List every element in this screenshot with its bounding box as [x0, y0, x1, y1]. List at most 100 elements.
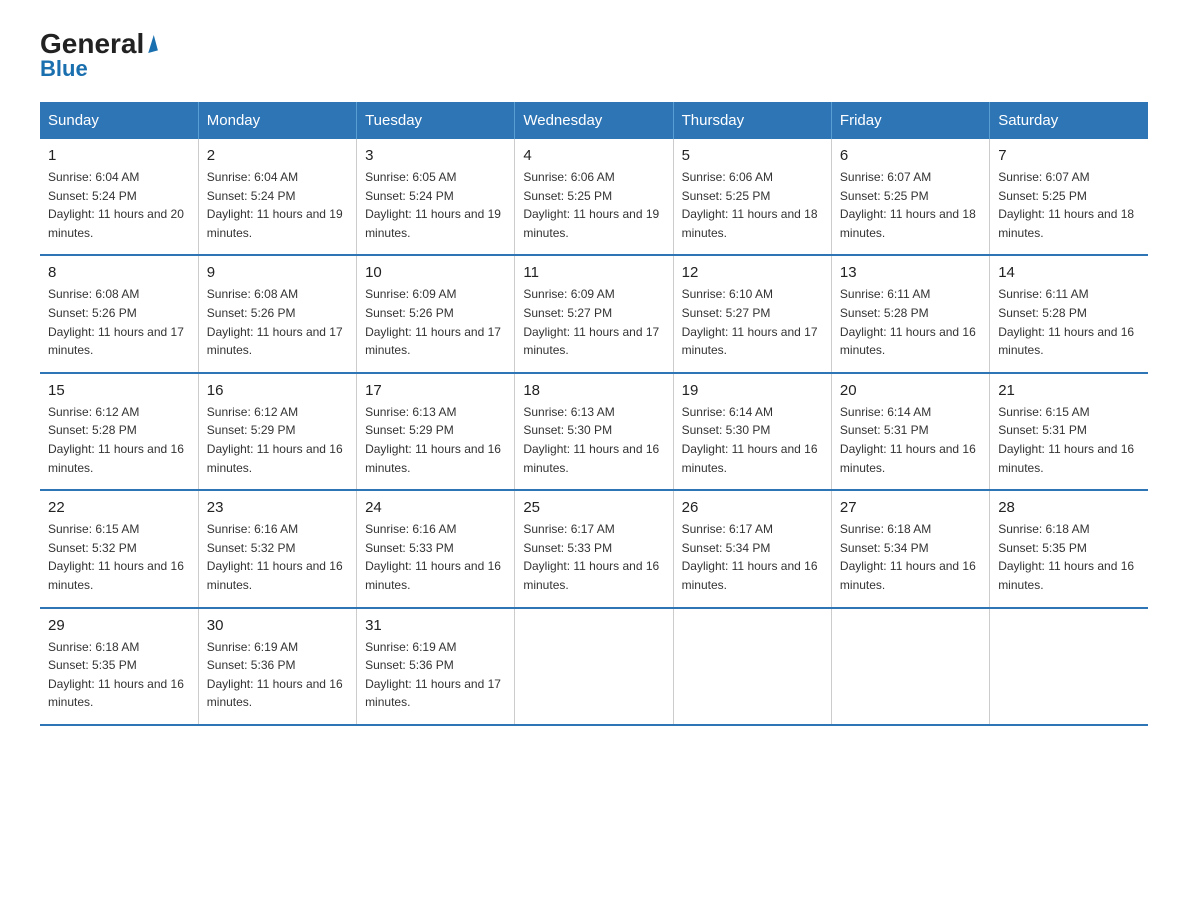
daylight-label: Daylight: 11 hours and 17 minutes. [48, 325, 184, 358]
day-info: Sunrise: 6:04 AM Sunset: 5:24 PM Dayligh… [207, 168, 348, 242]
sunrise-label: Sunrise: 6:13 AM [523, 405, 614, 419]
sunrise-label: Sunrise: 6:04 AM [48, 170, 139, 184]
daylight-label: Daylight: 11 hours and 16 minutes. [840, 325, 976, 358]
daylight-label: Daylight: 11 hours and 16 minutes. [523, 442, 659, 475]
daylight-label: Daylight: 11 hours and 17 minutes. [207, 325, 343, 358]
day-info: Sunrise: 6:07 AM Sunset: 5:25 PM Dayligh… [840, 168, 981, 242]
sunset-label: Sunset: 5:24 PM [207, 189, 296, 203]
daylight-label: Daylight: 11 hours and 16 minutes. [48, 442, 184, 475]
day-info: Sunrise: 6:18 AM Sunset: 5:35 PM Dayligh… [48, 638, 190, 712]
sunrise-label: Sunrise: 6:08 AM [207, 287, 298, 301]
sunset-label: Sunset: 5:28 PM [840, 306, 929, 320]
sunset-label: Sunset: 5:30 PM [682, 423, 771, 437]
page-header: General Blue [40, 30, 1148, 82]
sunset-label: Sunset: 5:34 PM [682, 541, 771, 555]
sunrise-label: Sunrise: 6:15 AM [48, 522, 139, 536]
day-info: Sunrise: 6:07 AM Sunset: 5:25 PM Dayligh… [998, 168, 1140, 242]
day-number: 1 [48, 147, 190, 164]
day-info: Sunrise: 6:05 AM Sunset: 5:24 PM Dayligh… [365, 168, 506, 242]
day-info: Sunrise: 6:13 AM Sunset: 5:30 PM Dayligh… [523, 403, 664, 477]
calendar-cell: 13 Sunrise: 6:11 AM Sunset: 5:28 PM Dayl… [831, 255, 989, 372]
sunset-label: Sunset: 5:27 PM [523, 306, 612, 320]
calendar-cell: 14 Sunrise: 6:11 AM Sunset: 5:28 PM Dayl… [990, 255, 1148, 372]
sunset-label: Sunset: 5:25 PM [998, 189, 1087, 203]
day-number: 26 [682, 499, 823, 516]
day-number: 14 [998, 264, 1140, 281]
day-number: 11 [523, 264, 664, 281]
sunset-label: Sunset: 5:30 PM [523, 423, 612, 437]
daylight-label: Daylight: 11 hours and 17 minutes. [365, 325, 501, 358]
daylight-label: Daylight: 11 hours and 17 minutes. [365, 677, 501, 710]
day-info: Sunrise: 6:16 AM Sunset: 5:32 PM Dayligh… [207, 520, 348, 594]
header-day-monday: Monday [198, 102, 356, 139]
calendar-week-row: 22 Sunrise: 6:15 AM Sunset: 5:32 PM Dayl… [40, 490, 1148, 607]
sunrise-label: Sunrise: 6:16 AM [207, 522, 298, 536]
day-info: Sunrise: 6:18 AM Sunset: 5:34 PM Dayligh… [840, 520, 981, 594]
sunset-label: Sunset: 5:26 PM [48, 306, 137, 320]
sunset-label: Sunset: 5:26 PM [207, 306, 296, 320]
day-number: 19 [682, 382, 823, 399]
day-number: 24 [365, 499, 506, 516]
sunrise-label: Sunrise: 6:06 AM [523, 170, 614, 184]
sunset-label: Sunset: 5:28 PM [998, 306, 1087, 320]
day-number: 21 [998, 382, 1140, 399]
daylight-label: Daylight: 11 hours and 20 minutes. [48, 207, 184, 240]
sunset-label: Sunset: 5:29 PM [365, 423, 454, 437]
sunrise-label: Sunrise: 6:07 AM [840, 170, 931, 184]
day-number: 10 [365, 264, 506, 281]
sunset-label: Sunset: 5:35 PM [48, 658, 137, 672]
sunset-label: Sunset: 5:33 PM [523, 541, 612, 555]
daylight-label: Daylight: 11 hours and 18 minutes. [682, 207, 818, 240]
day-number: 25 [523, 499, 664, 516]
sunset-label: Sunset: 5:36 PM [207, 658, 296, 672]
sunset-label: Sunset: 5:32 PM [207, 541, 296, 555]
calendar-cell: 30 Sunrise: 6:19 AM Sunset: 5:36 PM Dayl… [198, 608, 356, 725]
day-info: Sunrise: 6:19 AM Sunset: 5:36 PM Dayligh… [365, 638, 506, 712]
day-info: Sunrise: 6:13 AM Sunset: 5:29 PM Dayligh… [365, 403, 506, 477]
sunrise-label: Sunrise: 6:11 AM [998, 287, 1089, 301]
day-number: 8 [48, 264, 190, 281]
daylight-label: Daylight: 11 hours and 18 minutes. [998, 207, 1134, 240]
calendar-cell: 2 Sunrise: 6:04 AM Sunset: 5:24 PM Dayli… [198, 139, 356, 255]
daylight-label: Daylight: 11 hours and 16 minutes. [998, 559, 1134, 592]
daylight-label: Daylight: 11 hours and 17 minutes. [682, 325, 818, 358]
calendar-cell [831, 608, 989, 725]
calendar-cell [673, 608, 831, 725]
day-number: 28 [998, 499, 1140, 516]
daylight-label: Daylight: 11 hours and 16 minutes. [48, 677, 184, 710]
sunrise-label: Sunrise: 6:17 AM [523, 522, 614, 536]
logo-general: General [40, 30, 144, 58]
daylight-label: Daylight: 11 hours and 19 minutes. [523, 207, 659, 240]
day-info: Sunrise: 6:12 AM Sunset: 5:29 PM Dayligh… [207, 403, 348, 477]
day-number: 12 [682, 264, 823, 281]
sunrise-label: Sunrise: 6:09 AM [523, 287, 614, 301]
sunrise-label: Sunrise: 6:18 AM [998, 522, 1089, 536]
day-number: 27 [840, 499, 981, 516]
day-info: Sunrise: 6:06 AM Sunset: 5:25 PM Dayligh… [682, 168, 823, 242]
sunrise-label: Sunrise: 6:13 AM [365, 405, 456, 419]
sunrise-label: Sunrise: 6:05 AM [365, 170, 456, 184]
calendar-body: 1 Sunrise: 6:04 AM Sunset: 5:24 PM Dayli… [40, 139, 1148, 725]
sunrise-label: Sunrise: 6:08 AM [48, 287, 139, 301]
day-number: 3 [365, 147, 506, 164]
sunset-label: Sunset: 5:33 PM [365, 541, 454, 555]
calendar-cell: 6 Sunrise: 6:07 AM Sunset: 5:25 PM Dayli… [831, 139, 989, 255]
day-number: 23 [207, 499, 348, 516]
sunrise-label: Sunrise: 6:07 AM [998, 170, 1089, 184]
calendar-table: SundayMondayTuesdayWednesdayThursdayFrid… [40, 102, 1148, 726]
daylight-label: Daylight: 11 hours and 16 minutes. [840, 559, 976, 592]
day-number: 13 [840, 264, 981, 281]
day-number: 2 [207, 147, 348, 164]
day-info: Sunrise: 6:15 AM Sunset: 5:32 PM Dayligh… [48, 520, 190, 594]
header-day-saturday: Saturday [990, 102, 1148, 139]
calendar-cell: 10 Sunrise: 6:09 AM Sunset: 5:26 PM Dayl… [357, 255, 515, 372]
sunset-label: Sunset: 5:24 PM [48, 189, 137, 203]
calendar-cell: 16 Sunrise: 6:12 AM Sunset: 5:29 PM Dayl… [198, 373, 356, 490]
day-number: 4 [523, 147, 664, 164]
day-info: Sunrise: 6:11 AM Sunset: 5:28 PM Dayligh… [840, 285, 981, 359]
sunrise-label: Sunrise: 6:18 AM [48, 640, 139, 654]
day-info: Sunrise: 6:08 AM Sunset: 5:26 PM Dayligh… [48, 285, 190, 359]
header-row: SundayMondayTuesdayWednesdayThursdayFrid… [40, 102, 1148, 139]
daylight-label: Daylight: 11 hours and 16 minutes. [207, 559, 343, 592]
day-number: 7 [998, 147, 1140, 164]
